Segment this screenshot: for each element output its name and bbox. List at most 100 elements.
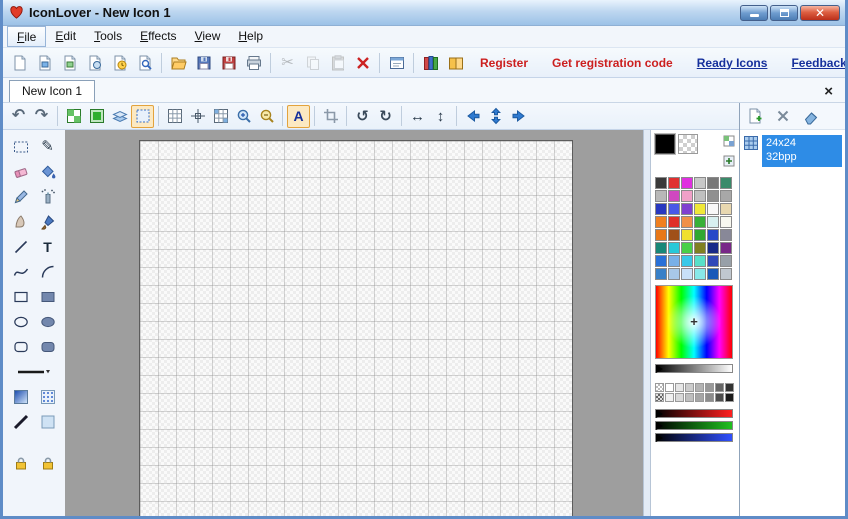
new-icon-library-button[interactable] [57, 50, 82, 75]
pencil-tool[interactable]: ✎ [36, 135, 60, 158]
menu-edit[interactable]: Edit [46, 26, 85, 47]
find-icons-button[interactable] [132, 50, 157, 75]
palette-swatch[interactable] [655, 242, 667, 254]
palette-swatch[interactable] [668, 190, 680, 202]
pattern-swatch[interactable] [665, 383, 674, 392]
pattern-swatch[interactable] [675, 383, 684, 392]
save-button[interactable] [191, 50, 216, 75]
delete-button[interactable] [350, 50, 375, 75]
palette-swatch[interactable] [694, 203, 706, 215]
pattern-swatch[interactable] [655, 383, 664, 392]
palette-swatch[interactable] [694, 216, 706, 228]
background-color-swatch[interactable] [678, 134, 698, 154]
feedback-link[interactable]: Feedback [791, 56, 845, 70]
blue-slider-marker[interactable] [656, 433, 663, 442]
palette-swatch[interactable] [720, 229, 732, 241]
palette-swatch[interactable] [681, 229, 693, 241]
lock-colors-tool[interactable] [9, 451, 33, 474]
pattern-swatch[interactable] [685, 383, 694, 392]
pattern-swatch[interactable] [655, 393, 664, 402]
add-format-button[interactable] [745, 106, 765, 126]
palette-swatch[interactable] [668, 216, 680, 228]
palette-swatch[interactable] [694, 255, 706, 267]
register-link[interactable]: Register [480, 56, 528, 70]
green-slider-marker[interactable] [656, 421, 663, 430]
dither-tool[interactable] [36, 385, 60, 408]
pen-tool[interactable] [9, 185, 33, 208]
minimize-button[interactable] [740, 4, 768, 21]
spray-tool[interactable] [36, 185, 60, 208]
new-icon-from-image-button[interactable] [32, 50, 57, 75]
brush-tool[interactable] [36, 210, 60, 233]
menu-help[interactable]: Help [229, 26, 272, 47]
palette-swatch[interactable] [681, 268, 693, 280]
ready-icons-link[interactable]: Ready Icons [697, 56, 768, 70]
pattern-swatch[interactable] [665, 393, 674, 402]
layers-button[interactable] [108, 105, 131, 128]
palette-swatch[interactable] [707, 229, 719, 241]
palette-swatch[interactable] [720, 190, 732, 202]
palette-swatch[interactable] [694, 177, 706, 189]
crop-button[interactable] [319, 105, 342, 128]
palette-swatch[interactable] [655, 177, 667, 189]
luminance-slider-marker[interactable] [656, 364, 663, 373]
format-item-24x24[interactable]: 24x24 32bpp [743, 135, 842, 167]
draft-mode-button[interactable] [801, 106, 821, 126]
cut-button[interactable]: ✂ [275, 50, 300, 75]
palette-swatch[interactable] [707, 216, 719, 228]
fill-tool[interactable] [36, 160, 60, 183]
shift-vertical-button[interactable] [484, 105, 507, 128]
palette-swatch[interactable] [668, 177, 680, 189]
palette-swatch[interactable] [720, 268, 732, 280]
print-button[interactable] [241, 50, 266, 75]
palette-swatch[interactable] [681, 177, 693, 189]
ellipse-tool[interactable] [9, 310, 33, 333]
shift-left-button[interactable] [461, 105, 484, 128]
palette-swatch[interactable] [655, 255, 667, 267]
redo-button[interactable]: ↷ [30, 105, 53, 128]
blue-slider[interactable] [655, 433, 733, 442]
palette-swatch[interactable] [681, 203, 693, 215]
text-tool[interactable]: T [36, 235, 60, 258]
palette-swatch[interactable] [694, 268, 706, 280]
palette-swatch[interactable] [668, 268, 680, 280]
panel-splitter[interactable] [643, 130, 651, 516]
filled-rectangle-tool[interactable] [36, 285, 60, 308]
palette-swatch[interactable] [694, 242, 706, 254]
palette-swatch[interactable] [655, 190, 667, 202]
zoom-out-button[interactable] [255, 105, 278, 128]
palette-swatch[interactable] [681, 255, 693, 267]
curve-tool[interactable] [9, 260, 33, 283]
menu-effects[interactable]: Effects [131, 26, 185, 47]
pattern-swatch[interactable] [715, 393, 724, 402]
paste-button[interactable] [325, 50, 350, 75]
palette-grid-icon[interactable] [723, 134, 735, 152]
palette-swatch[interactable] [720, 203, 732, 215]
palette-swatch[interactable] [681, 216, 693, 228]
pattern-swatch[interactable] [695, 383, 704, 392]
palette-swatch[interactable] [668, 242, 680, 254]
menu-file[interactable]: File [7, 26, 47, 47]
palette-swatch[interactable] [720, 177, 732, 189]
palette-swatch[interactable] [668, 255, 680, 267]
flip-vertical-button[interactable]: ↕ [429, 105, 452, 128]
zoom-in-button[interactable] [232, 105, 255, 128]
rotate-right-button[interactable]: ↻ [374, 105, 397, 128]
palette-swatch[interactable] [655, 268, 667, 280]
palette-swatch[interactable] [655, 229, 667, 241]
pixel-grid-button[interactable] [209, 105, 232, 128]
palette-swatch[interactable] [707, 255, 719, 267]
save-all-button[interactable] [216, 50, 241, 75]
palette-swatch[interactable] [694, 229, 706, 241]
palette-swatch[interactable] [707, 203, 719, 215]
delete-format-button[interactable] [773, 106, 793, 126]
recent-files-button[interactable] [107, 50, 132, 75]
palette-swatch[interactable] [707, 190, 719, 202]
palette-swatch[interactable] [707, 268, 719, 280]
palette-swatch[interactable] [720, 242, 732, 254]
open-button[interactable] [166, 50, 191, 75]
arc-tool[interactable] [36, 260, 60, 283]
rounded-rectangle-tool[interactable] [9, 335, 33, 358]
icon-library-button[interactable] [418, 50, 443, 75]
flip-horizontal-button[interactable]: ↔ [406, 105, 429, 128]
